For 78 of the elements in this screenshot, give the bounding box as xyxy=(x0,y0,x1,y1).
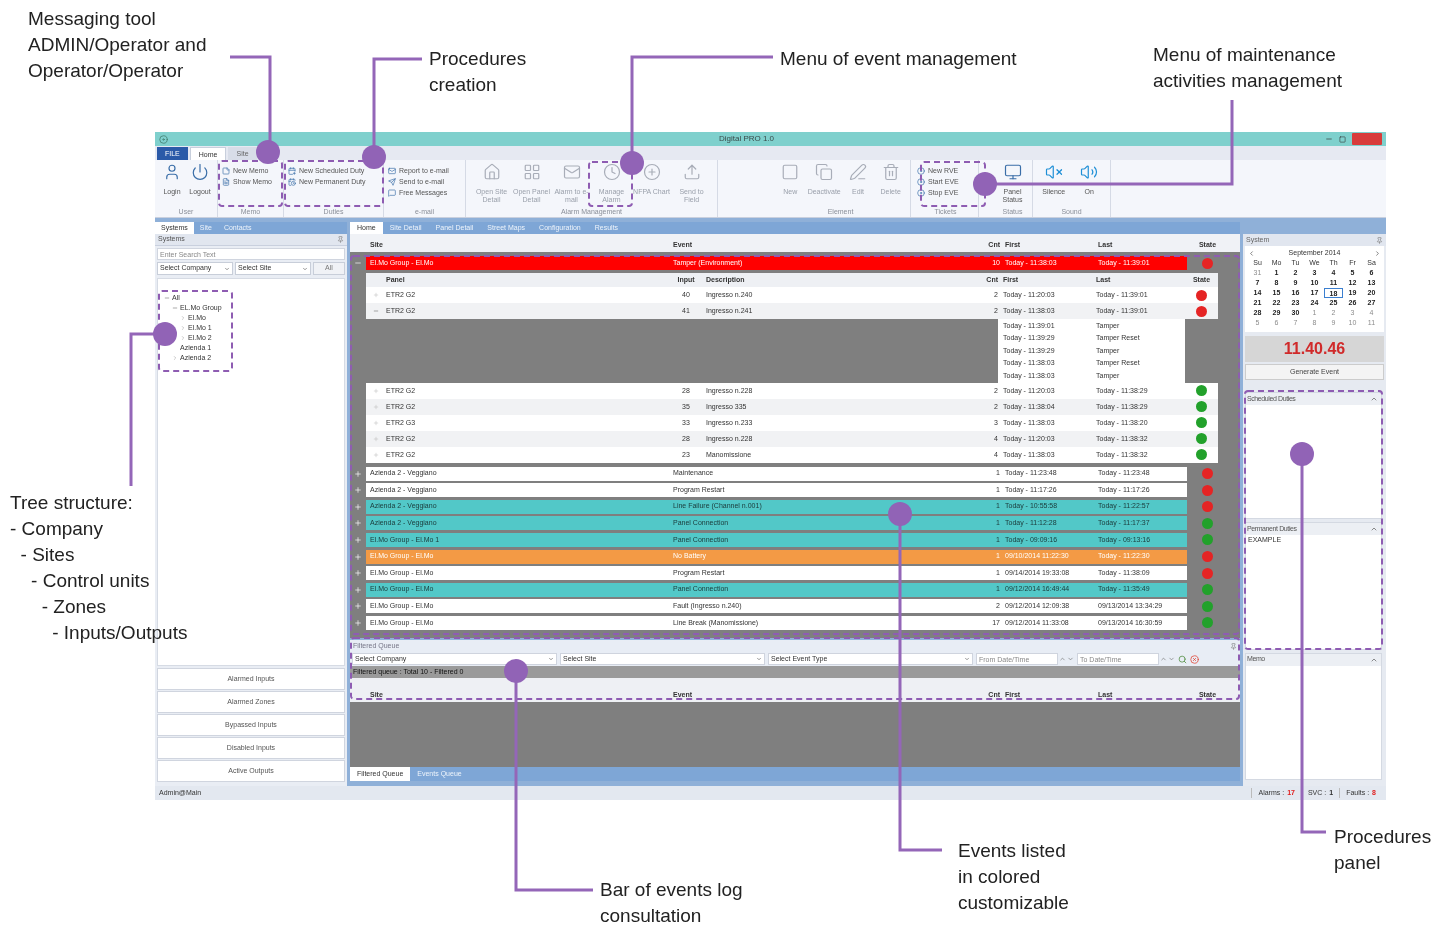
expand-icon[interactable] xyxy=(373,451,379,458)
user-icon xyxy=(163,163,181,181)
expand-icon[interactable] xyxy=(354,469,362,478)
house-icon xyxy=(482,163,501,181)
dropdown-icon xyxy=(302,265,308,272)
pin-icon[interactable] xyxy=(1376,236,1383,244)
annotation-label: Events listed in colored customizable xyxy=(958,839,1069,915)
copy-icon xyxy=(815,163,834,181)
dropdown-icon xyxy=(224,265,230,272)
mute-icon xyxy=(1044,163,1063,181)
trash-icon xyxy=(881,163,900,181)
message-icon xyxy=(388,188,396,197)
expand-icon[interactable] xyxy=(354,535,362,544)
maximize-icon[interactable] xyxy=(1339,135,1346,143)
app-icon xyxy=(159,134,168,144)
previous-month-icon[interactable] xyxy=(1248,249,1255,257)
send-icon xyxy=(388,177,396,186)
expand-icon[interactable] xyxy=(354,519,362,528)
collapse-icon[interactable] xyxy=(172,305,178,311)
annotation-label: Messaging tool ADMIN/Operator and Operator/Operator xyxy=(28,7,207,83)
search-icon[interactable] xyxy=(1178,654,1187,664)
square-icon xyxy=(781,163,800,181)
highlight-frame xyxy=(588,161,633,207)
collapse-icon[interactable] xyxy=(373,308,379,314)
minimize-icon[interactable] xyxy=(1325,135,1333,143)
disc-icon xyxy=(917,188,925,197)
close-button[interactable] xyxy=(1352,133,1382,145)
disc-icon xyxy=(917,166,925,175)
expand-icon[interactable] xyxy=(354,552,362,561)
highlight-frame xyxy=(920,161,986,207)
expand-icon[interactable] xyxy=(354,502,362,511)
grid-icon xyxy=(522,163,541,181)
calendar-icon xyxy=(288,166,296,175)
mail-icon xyxy=(562,163,581,181)
document-icon xyxy=(222,177,230,186)
pin-icon[interactable] xyxy=(1230,642,1237,650)
expand-icon[interactable] xyxy=(354,602,362,611)
expand-icon[interactable] xyxy=(354,618,362,627)
annotation-label: Procedures creation xyxy=(429,47,527,97)
expand-icon[interactable] xyxy=(373,403,379,410)
collapse-icon[interactable] xyxy=(354,259,362,267)
expand-icon[interactable] xyxy=(373,419,379,426)
expand-icon[interactable] xyxy=(172,355,178,361)
dropdown-icon xyxy=(548,656,554,662)
calendar-icon xyxy=(288,177,296,186)
next-month-icon[interactable] xyxy=(1374,249,1381,257)
speaker-icon xyxy=(1080,163,1099,181)
dropdown-icon xyxy=(964,656,970,662)
disc-icon xyxy=(917,177,925,186)
window-title: Digital PRO 1.0 xyxy=(717,133,776,145)
collapse-icon[interactable] xyxy=(1370,395,1378,403)
expand-icon[interactable] xyxy=(354,585,362,594)
upload-icon xyxy=(682,163,701,181)
close-icon[interactable] xyxy=(1190,654,1199,664)
annotation-label: Menu of event management xyxy=(780,47,1017,71)
pen-icon xyxy=(849,163,868,181)
annotation-label: Procedures panel xyxy=(1334,825,1432,875)
annotation-label: Tree structure: - Company - Sites - Control units - Zones - Inputs/Outputs xyxy=(10,491,188,645)
plus-circle-icon xyxy=(642,163,661,181)
expand-icon[interactable] xyxy=(180,315,186,321)
expand-icon[interactable] xyxy=(354,486,362,495)
annotation-label: Bar of events log consultation xyxy=(600,878,743,926)
power-icon xyxy=(191,163,209,181)
annotation-label: Menu of maintenance activities management xyxy=(1153,43,1343,93)
monitor-icon xyxy=(1003,163,1022,181)
expand-icon[interactable] xyxy=(373,292,379,298)
expand-icon[interactable] xyxy=(373,387,379,394)
clock-icon xyxy=(602,163,621,181)
expand-icon[interactable] xyxy=(354,569,362,578)
clock-display: 11.40.46 xyxy=(1245,336,1384,362)
expand-icon[interactable] xyxy=(180,325,186,331)
mail-icon xyxy=(388,166,396,175)
expand-icon[interactable] xyxy=(373,435,379,442)
collapse-icon[interactable] xyxy=(164,295,170,301)
expand-icon[interactable] xyxy=(180,335,186,341)
pin-icon[interactable] xyxy=(337,236,344,243)
note-icon xyxy=(222,166,230,175)
dropdown-icon xyxy=(756,656,762,662)
